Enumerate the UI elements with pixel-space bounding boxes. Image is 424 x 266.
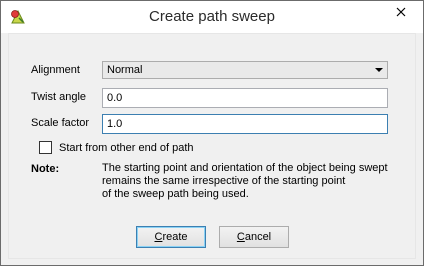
dropdown-arrow-icon <box>375 68 383 72</box>
cancel-label: ancel <box>244 231 272 243</box>
alignment-select[interactable]: Normal <box>102 61 388 79</box>
twist-angle-input[interactable]: 0.0 <box>102 88 388 108</box>
alignment-label: Alignment <box>31 64 80 76</box>
scale-factor-label: Scale factor <box>31 117 90 129</box>
start-other-end-label[interactable]: Start from other end of path <box>59 141 194 155</box>
scale-factor-input[interactable]: 1.0 <box>102 114 388 134</box>
note-line: of the sweep path being used. <box>102 188 249 200</box>
cancel-button[interactable]: Cancel <box>219 226 289 248</box>
cancel-mnemonic: C <box>236 231 245 243</box>
note-line: remains the same irrespective of the sta… <box>102 175 346 187</box>
note-label: Note: <box>31 163 60 175</box>
note-text: The starting point and orientation of th… <box>102 162 402 201</box>
twist-angle-label: Twist angle <box>31 91 87 103</box>
note-line: The starting point and orientation of th… <box>102 162 388 174</box>
close-icon <box>396 4 406 22</box>
title-bar: Create path sweep <box>1 1 423 33</box>
dialog-title: Create path sweep <box>149 8 275 25</box>
start-other-end-checkbox[interactable] <box>39 141 52 154</box>
create-label: reate <box>162 231 188 243</box>
create-button[interactable]: Create <box>136 226 206 248</box>
close-button[interactable] <box>385 2 417 24</box>
alignment-selected-value: Normal <box>107 64 143 76</box>
dialog-body: Alignment Normal Twist angle 0.0 Scale f… <box>8 33 416 259</box>
dialog-window: Create path sweep Alignment Normal Twist… <box>0 0 424 266</box>
